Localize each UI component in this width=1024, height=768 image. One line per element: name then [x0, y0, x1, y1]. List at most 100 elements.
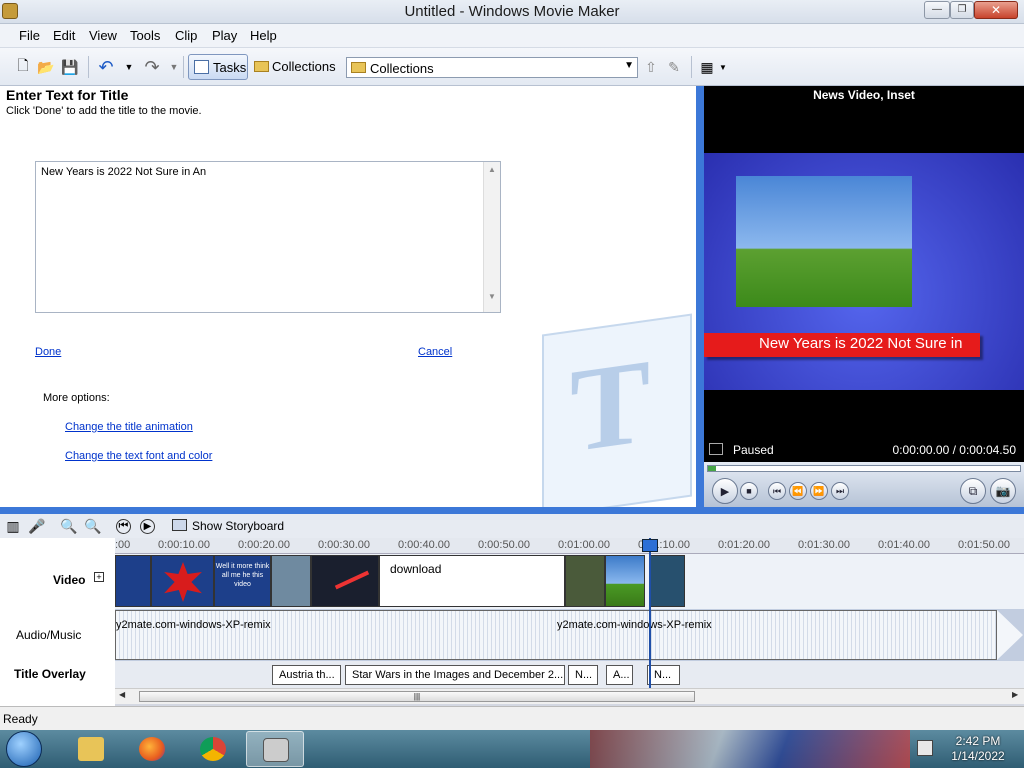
maximize-button[interactable]: ❐ [950, 1, 974, 19]
start-button[interactable] [6, 731, 42, 767]
title-overlay-clip[interactable]: N... [568, 665, 598, 685]
change-animation-link[interactable]: Change the title animation [65, 421, 193, 433]
set-audio-levels-icon[interactable]: ▥ [4, 517, 22, 535]
lightsaber-graphic [334, 570, 370, 590]
rewind-timeline-icon[interactable]: ⏮ [116, 519, 131, 534]
track-labels: Video + Audio/Music Title Overlay [0, 538, 115, 706]
status-bar: Ready [0, 706, 1024, 730]
title-overlay-clip[interactable]: Star Wars in the Images and December 2..… [345, 665, 565, 685]
preview-caption: New Years is 2022 Not Sure in [704, 333, 980, 357]
narrate-timeline-icon[interactable]: 🎤 [28, 517, 46, 535]
collections-select[interactable]: Collections ▼ [346, 57, 638, 78]
play-button[interactable]: ▶ [712, 478, 738, 504]
scroll-left-icon[interactable]: ◀ [119, 690, 125, 699]
zoom-out-icon[interactable]: 🔍 [84, 517, 102, 535]
title-overlay-clip[interactable]: A... [606, 665, 633, 685]
video-clip[interactable] [565, 555, 605, 607]
taskbar-movie-maker[interactable] [246, 731, 304, 767]
collections-label: Collections [272, 59, 336, 74]
menu-file[interactable]: File [19, 28, 40, 43]
play-timeline-icon[interactable]: ▶ [140, 519, 155, 534]
menu-help[interactable]: Help [250, 28, 277, 43]
zoom-in-icon[interactable]: 🔍 [60, 517, 78, 535]
ruler-tick-label: 0:00:50.00 [478, 539, 530, 551]
toolbar-separator [183, 56, 184, 78]
taskbar-firefox[interactable] [123, 731, 181, 767]
done-link[interactable]: Done [35, 346, 61, 358]
up-one-level-icon[interactable]: ⇧ [642, 58, 660, 76]
timeline-ruler[interactable]: :00 0:00:10.00 0:00:20.00 0:00:30.00 0:0… [115, 538, 1024, 554]
taskbar-file-explorer[interactable] [62, 731, 120, 767]
monitor-controls: ▶ ■ ⏮ ⏪ ⏩ ⏭ ⧉ 📷 [704, 462, 1024, 507]
new-folder-icon[interactable]: ✎ [665, 58, 683, 76]
take-picture-button[interactable]: 📷 [990, 478, 1016, 504]
title-text-input[interactable]: New Years is 2022 Not Sure in An [35, 161, 501, 313]
redo-dropdown-icon[interactable]: ▼ [165, 58, 183, 76]
menu-view[interactable]: View [89, 28, 117, 43]
new-project-icon[interactable]: 🗋 [14, 57, 32, 76]
video-clip[interactable] [311, 555, 379, 607]
fast-forward-button[interactable]: ⏩ [810, 482, 828, 500]
timeline-scrollbar[interactable]: ◀ ||| ▶ [115, 688, 1024, 704]
menu-edit[interactable]: Edit [53, 28, 75, 43]
folder-icon [78, 737, 104, 761]
stop-button[interactable]: ■ [740, 482, 758, 500]
video-clip[interactable]: download [379, 555, 565, 607]
rewind-button[interactable]: ⏪ [789, 482, 807, 500]
network-tray-icon[interactable] [917, 740, 933, 756]
video-clip[interactable]: Well it more think all me he this video [214, 555, 271, 607]
views-dropdown-icon[interactable]: ▼ [714, 58, 732, 76]
redo-icon[interactable]: ↷ [143, 57, 161, 77]
playhead-handle[interactable] [642, 539, 658, 552]
timeline-splitter[interactable] [0, 507, 1024, 514]
cancel-link[interactable]: Cancel [418, 346, 452, 358]
undo-icon[interactable]: ↶ [97, 57, 115, 77]
audio-clip-label: y2mate.com-windows-XP-remix [116, 619, 271, 631]
close-button[interactable]: ✕ [974, 1, 1018, 19]
minimize-button[interactable]: — [924, 1, 950, 19]
title-overlay-clip[interactable]: N... [647, 665, 680, 685]
scrollbar-thumb[interactable]: ||| [139, 691, 695, 702]
show-storyboard-button[interactable]: Show Storyboard [172, 519, 284, 533]
system-clock[interactable]: 2:42 PM 1/14/2022 [940, 734, 1016, 764]
desktop-wallpaper-strip [590, 730, 910, 768]
previous-frame-button[interactable]: ⏮ [768, 482, 786, 500]
audio-clip[interactable]: y2mate.com-windows-XP-remix y2mate.com-w… [115, 610, 997, 660]
ruler-tick-label: 0:00:30.00 [318, 539, 370, 551]
save-project-icon[interactable]: 💾 [61, 58, 79, 76]
inset-video-image [736, 176, 912, 307]
pane-splitter[interactable] [696, 86, 704, 507]
expand-icon[interactable]: + [94, 572, 104, 582]
video-clip[interactable] [151, 555, 214, 607]
audio-track: y2mate.com-windows-XP-remix y2mate.com-w… [115, 609, 1024, 661]
playhead-line[interactable] [649, 538, 651, 688]
playback-status: Paused [733, 443, 774, 457]
change-font-link[interactable]: Change the text font and color [65, 450, 212, 462]
collections-button[interactable]: Collections [252, 54, 338, 80]
folder-icon [351, 62, 366, 73]
taskbar-chrome[interactable] [184, 731, 242, 767]
collections-select-value: Collections [370, 61, 434, 76]
firefox-icon [139, 737, 165, 761]
open-project-icon[interactable]: 📂 [37, 58, 55, 76]
menu-clip[interactable]: Clip [175, 28, 197, 43]
video-clip[interactable] [649, 555, 685, 607]
monitor-title: News Video, Inset [813, 88, 915, 102]
ruler-tick-label: 0:00:10.00 [158, 539, 210, 551]
menu-tools[interactable]: Tools [130, 28, 160, 43]
title-overlay-clip[interactable]: Austria th... [272, 665, 341, 685]
menu-play[interactable]: Play [212, 28, 237, 43]
scroll-right-icon[interactable]: ▶ [1012, 690, 1018, 699]
video-clip[interactable] [605, 555, 645, 607]
clock-time: 2:42 PM [955, 734, 1001, 748]
split-clip-button[interactable]: ⧉ [960, 478, 986, 504]
undo-dropdown-icon[interactable]: ▼ [120, 58, 138, 76]
windows-taskbar: 2:42 PM 1/14/2022 [0, 730, 1024, 768]
textarea-scrollbar[interactable]: ▲ ▼ [483, 162, 500, 312]
next-frame-button[interactable]: ⏭ [831, 482, 849, 500]
seek-bar[interactable] [707, 465, 1021, 472]
video-clip[interactable] [115, 555, 151, 607]
tasks-button[interactable]: Tasks [188, 54, 248, 80]
audio-track-end-arrow [997, 610, 1023, 660]
video-clip[interactable] [271, 555, 311, 607]
